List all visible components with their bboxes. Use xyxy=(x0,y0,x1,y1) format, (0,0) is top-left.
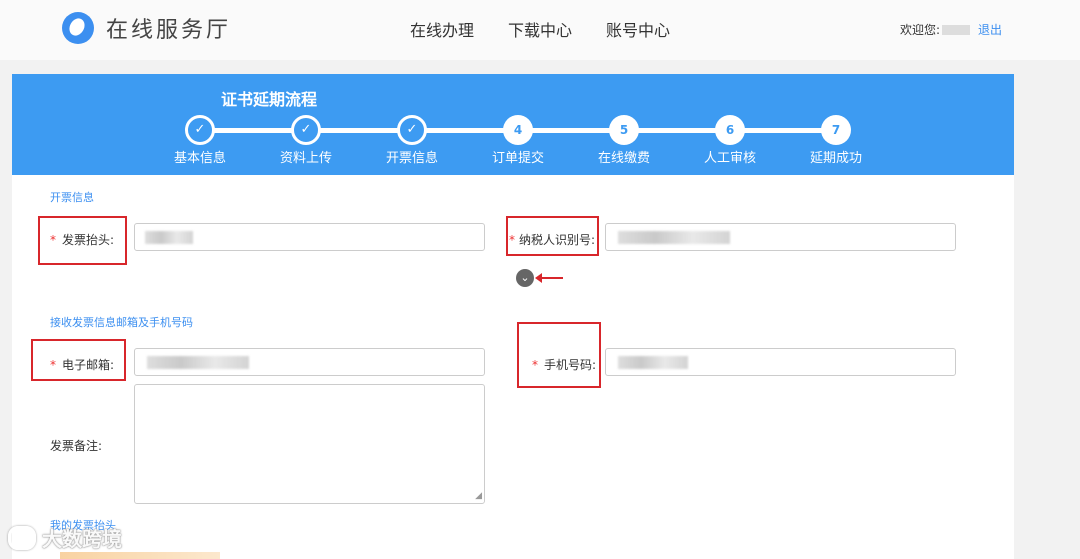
required-mark: * xyxy=(532,358,538,372)
step-2: ✓ 资料上传 xyxy=(266,115,346,166)
step-number: 5 xyxy=(609,115,639,145)
logo[interactable]: 在线服务厅 xyxy=(62,12,231,44)
step-number: 4 xyxy=(503,115,533,145)
step-4: 4 订单提交 xyxy=(478,115,558,166)
check-icon: ✓ xyxy=(291,115,321,145)
required-mark: * xyxy=(509,233,515,247)
step-label: 基本信息 xyxy=(173,151,226,166)
check-icon: ✓ xyxy=(397,115,427,145)
red-arrow-annotation xyxy=(535,273,563,283)
step-label: 在线缴费 xyxy=(597,151,650,166)
top-bar: 在线服务厅 在线办理 下载中心 账号中心 欢迎您: 退出 xyxy=(0,0,1080,60)
remark-label: 发票备注: xyxy=(50,439,103,453)
step-1: ✓ 基本信息 xyxy=(160,115,240,166)
nav-account-center[interactable]: 账号中心 xyxy=(606,17,670,41)
nav-online-handle[interactable]: 在线办理 xyxy=(410,17,474,41)
email-label-text: 电子邮箱: xyxy=(62,358,115,372)
contact-section-title: 接收发票信息邮箱及手机号码 xyxy=(50,316,193,329)
resize-handle-icon[interactable]: ◢ xyxy=(475,491,482,501)
hint-text-redacted xyxy=(60,552,220,559)
welcome-text: 欢迎您: xyxy=(900,23,941,37)
redacted-value xyxy=(145,231,193,244)
taxpayer-id-input[interactable] xyxy=(605,223,956,251)
taxpayer-id-label: * 纳税人识别号: xyxy=(509,231,595,248)
highlight-box xyxy=(517,322,601,388)
redacted-value xyxy=(147,356,249,369)
username-redacted xyxy=(942,24,971,35)
step-number: 6 xyxy=(715,115,745,145)
process-title: 证书延期流程 xyxy=(221,90,318,109)
check-icon: ✓ xyxy=(185,115,215,145)
step-7: 7 延期成功 xyxy=(796,115,876,166)
logo-text: 在线服务厅 xyxy=(106,18,232,43)
required-mark: * xyxy=(50,233,56,247)
step-6: 6 人工审核 xyxy=(690,115,770,166)
nav-download-center[interactable]: 下载中心 xyxy=(508,17,572,41)
main-nav: 在线办理 下载中心 账号中心 xyxy=(410,17,670,41)
redacted-value xyxy=(618,231,730,244)
step-number: 7 xyxy=(821,115,851,145)
chevron-down-icon[interactable]: ⌄ xyxy=(516,269,534,287)
step-label: 资料上传 xyxy=(279,151,332,166)
user-box: 欢迎您: 退出 xyxy=(900,21,1002,38)
logout-link[interactable]: 退出 xyxy=(978,21,1002,38)
required-mark: * xyxy=(50,358,56,372)
email-input[interactable] xyxy=(134,348,485,376)
phone-label-text: 手机号码: xyxy=(544,358,597,372)
main-card: 证书延期流程 ✓ 基本信息 ✓ 资料上传 ✓ 开票信息 4 订单提交 5 在线缴… xyxy=(12,74,1014,559)
invoice-section-title: 开票信息 xyxy=(50,191,94,204)
step-5: 5 在线缴费 xyxy=(584,115,664,166)
watermark-logo-icon xyxy=(8,525,36,550)
watermark-text: 大数跨境 xyxy=(42,527,122,551)
invoice-title-label: * 发票抬头: xyxy=(50,231,114,248)
step-3: ✓ 开票信息 xyxy=(372,115,452,166)
step-label: 人工审核 xyxy=(703,151,756,166)
phone-input[interactable] xyxy=(605,348,956,376)
invoice-title-input[interactable] xyxy=(134,223,485,251)
remark-textarea[interactable]: ◢ xyxy=(134,384,485,504)
taxpayer-id-label-text: 纳税人识别号: xyxy=(519,233,596,247)
watermark: 大数跨境 xyxy=(8,523,122,552)
invoice-title-label-text: 发票抬头: xyxy=(62,233,115,247)
step-label: 订单提交 xyxy=(491,151,544,166)
redacted-value xyxy=(618,356,688,369)
step-label: 开票信息 xyxy=(385,151,438,166)
step-label: 延期成功 xyxy=(809,151,862,166)
process-banner: 证书延期流程 ✓ 基本信息 ✓ 资料上传 ✓ 开票信息 4 订单提交 5 在线缴… xyxy=(12,74,1014,175)
phone-label: * 手机号码: xyxy=(532,356,596,373)
email-label: * 电子邮箱: xyxy=(50,356,114,373)
logo-icon xyxy=(62,12,94,44)
